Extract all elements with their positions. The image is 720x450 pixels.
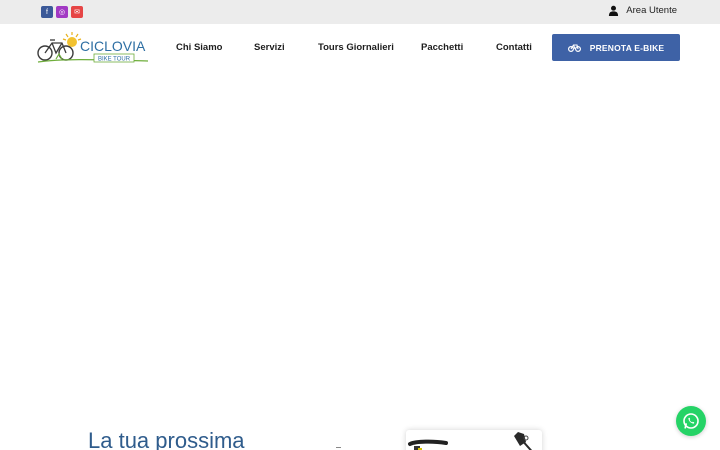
prenota-ebike-button[interactable]: PRENOTA E-BIKE <box>552 34 680 61</box>
instagram-icon[interactable]: ◎ <box>56 6 68 18</box>
user-icon <box>609 5 619 16</box>
facebook-icon[interactable]: f <box>41 6 53 18</box>
nav-item-pacchetti[interactable]: Pacchetti <box>421 42 463 53</box>
page: f ◎ ✉ Area Utente CICLOVIA BIKE TOUR Chi… <box>0 0 720 450</box>
social-links: f ◎ ✉ <box>41 6 83 18</box>
whatsapp-icon <box>683 413 699 429</box>
nav-item-servizi[interactable]: Servizi <box>254 42 285 53</box>
decorative-dash <box>336 447 341 448</box>
top-bar: f ◎ ✉ Area Utente <box>0 0 720 24</box>
hero-section <box>0 70 720 400</box>
ebike-product-card[interactable] <box>406 430 542 450</box>
nav-item-chi-siamo[interactable]: Chi Siamo <box>176 42 222 53</box>
prenota-ebike-label: PRENOTA E-BIKE <box>589 42 665 53</box>
area-utente-link[interactable]: Area Utente <box>608 5 677 16</box>
nav-item-contatti[interactable]: Contatti <box>496 42 532 53</box>
whatsapp-chat-button[interactable] <box>676 406 706 436</box>
nav-item-tours-giornalieri[interactable]: Tours Giornalieri <box>318 42 394 53</box>
ebike-image-icon <box>408 432 533 450</box>
section-headline: La tua prossima <box>88 428 245 450</box>
bicycle-icon <box>567 44 581 52</box>
svg-text:CICLOVIA: CICLOVIA <box>80 38 146 54</box>
site-logo[interactable]: CICLOVIA BIKE TOUR <box>36 30 150 66</box>
svg-text:BIKE TOUR: BIKE TOUR <box>98 57 131 63</box>
mail-icon[interactable]: ✉ <box>71 6 83 18</box>
area-utente-label: Area Utente <box>626 5 677 16</box>
bicycle-logo-icon: CICLOVIA BIKE TOUR <box>37 32 149 63</box>
